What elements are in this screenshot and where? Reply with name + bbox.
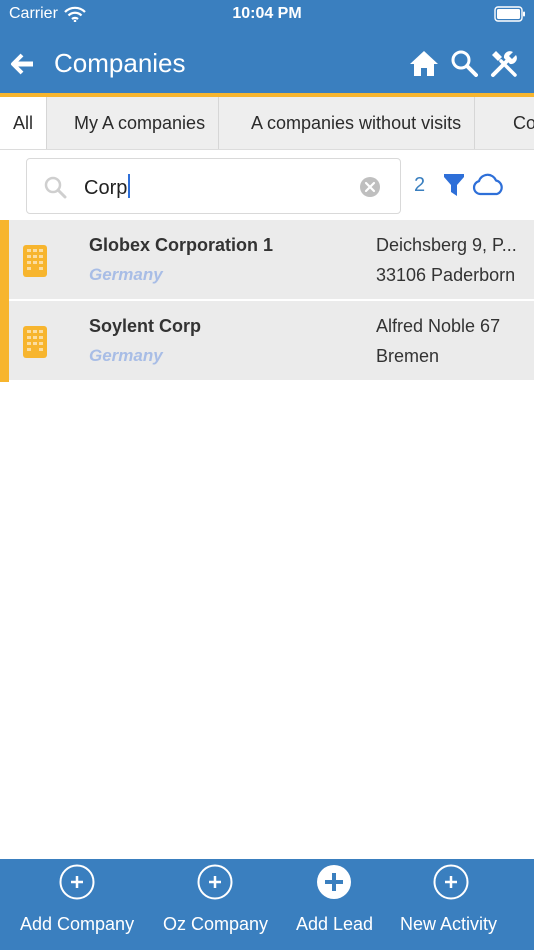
company-row[interactable]: Soylent Corp Germany Alfred Noble 67 Bre… [0,301,534,382]
new-activity-label: New Activity [400,914,498,934]
battery-icon [494,6,525,22]
clear-search-icon[interactable] [359,176,381,198]
plus-circle-outline-icon [59,864,95,900]
company-city: Bremen [376,346,440,366]
add-lead-label: Add Lead [296,914,374,934]
search-input[interactable]: Corp [84,174,131,200]
search-row: Corp 2 [0,150,534,220]
company-name: Globex Corporation 1 [89,235,274,255]
tab-all[interactable]: All [0,97,48,149]
company-country: Germany [89,346,163,365]
oz-company-button[interactable]: Oz Company [156,859,276,950]
company-city: 33106 Paderborn [376,265,516,285]
filter-icon[interactable] [443,173,465,197]
oz-company-label: Oz Company [163,914,269,934]
add-lead-button[interactable]: Add Lead [276,859,394,950]
company-country: Germany [89,265,163,284]
back-arrow-icon[interactable] [10,51,36,77]
bottom-action-bar: Add Company Oz Company Add Lead New Acti… [0,859,534,950]
search-icon [44,176,67,199]
company-row[interactable]: Globex Corporation 1 Germany Deichsberg … [0,220,534,301]
building-icon [23,326,47,358]
tab-my-a-companies[interactable]: My A companies [61,97,220,149]
row-accent-stripe [0,220,9,301]
plus-circle-filled-icon [317,865,351,899]
search-field[interactable]: Corp [26,158,401,214]
company-street: Alfred Noble 67 [376,316,501,336]
plus-circle-outline-icon [433,864,469,900]
company-street: Deichsberg 9, P... [376,235,517,255]
cloud-icon[interactable] [471,173,505,197]
tab-a-companies-without-visits[interactable]: A companies without visits [238,97,476,149]
company-list: Globex Corporation 1 Germany Deichsberg … [0,220,534,382]
tab-co[interactable]: Co [500,97,534,149]
tools-icon[interactable] [489,49,519,79]
add-company-button[interactable]: Add Company [0,859,156,950]
new-activity-button[interactable]: New Activity [394,859,534,950]
company-name: Soylent Corp [89,316,202,336]
building-icon [23,245,47,277]
home-icon[interactable] [409,49,439,77]
navigation-bar: Companies [0,32,534,94]
page-title: Companies [54,48,186,78]
clock: 10:04 PM [232,5,302,22]
status-bar: Carrier 10:04 PM [0,0,534,32]
row-accent-stripe [0,301,9,382]
add-company-label: Add Company [20,914,135,934]
result-count: 2 [414,174,426,196]
plus-circle-outline-icon [197,864,233,900]
search-icon[interactable] [450,49,478,77]
filter-tabs: All My A companies A companies without v… [0,97,534,150]
